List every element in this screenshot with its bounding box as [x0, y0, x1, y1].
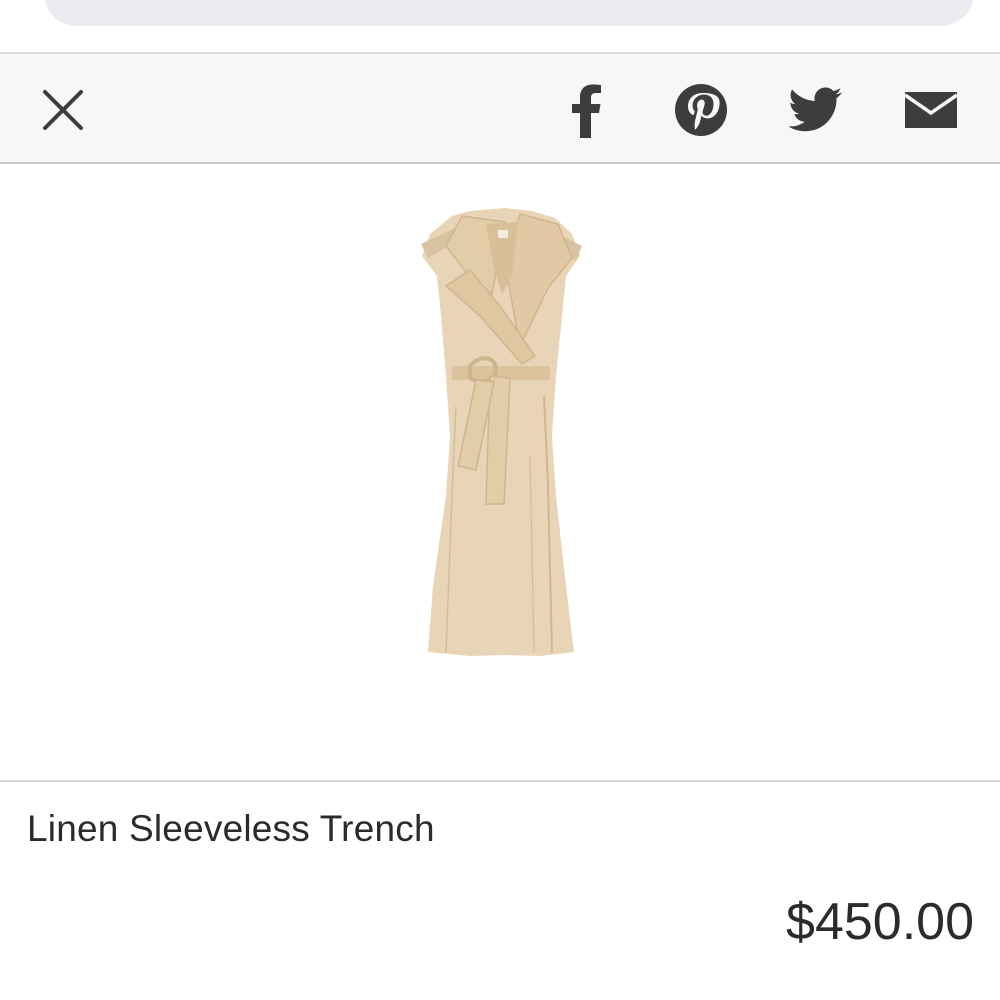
product-image[interactable] — [0, 166, 1000, 780]
share-toolbar — [0, 52, 1000, 164]
divider — [0, 780, 1000, 782]
close-icon — [43, 90, 83, 130]
twitter-icon — [789, 87, 842, 132]
product-name[interactable]: Linen Sleeveless Trench — [27, 808, 435, 850]
facebook-icon — [572, 84, 601, 138]
pinterest-icon — [675, 84, 727, 136]
share-facebook-button[interactable] — [555, 80, 615, 140]
product-share-screen: Linen Sleeveless Trench $450.00 — [0, 0, 1000, 1000]
top-bar — [0, 0, 1000, 52]
share-pinterest-button[interactable] — [671, 80, 731, 140]
search-bar[interactable] — [44, 0, 974, 26]
close-button[interactable] — [33, 80, 93, 140]
email-icon — [904, 92, 958, 128]
share-email-button[interactable] — [901, 80, 961, 140]
product-price: $450.00 — [786, 893, 974, 951]
dress-image — [421, 208, 582, 656]
share-twitter-button[interactable] — [786, 80, 846, 140]
